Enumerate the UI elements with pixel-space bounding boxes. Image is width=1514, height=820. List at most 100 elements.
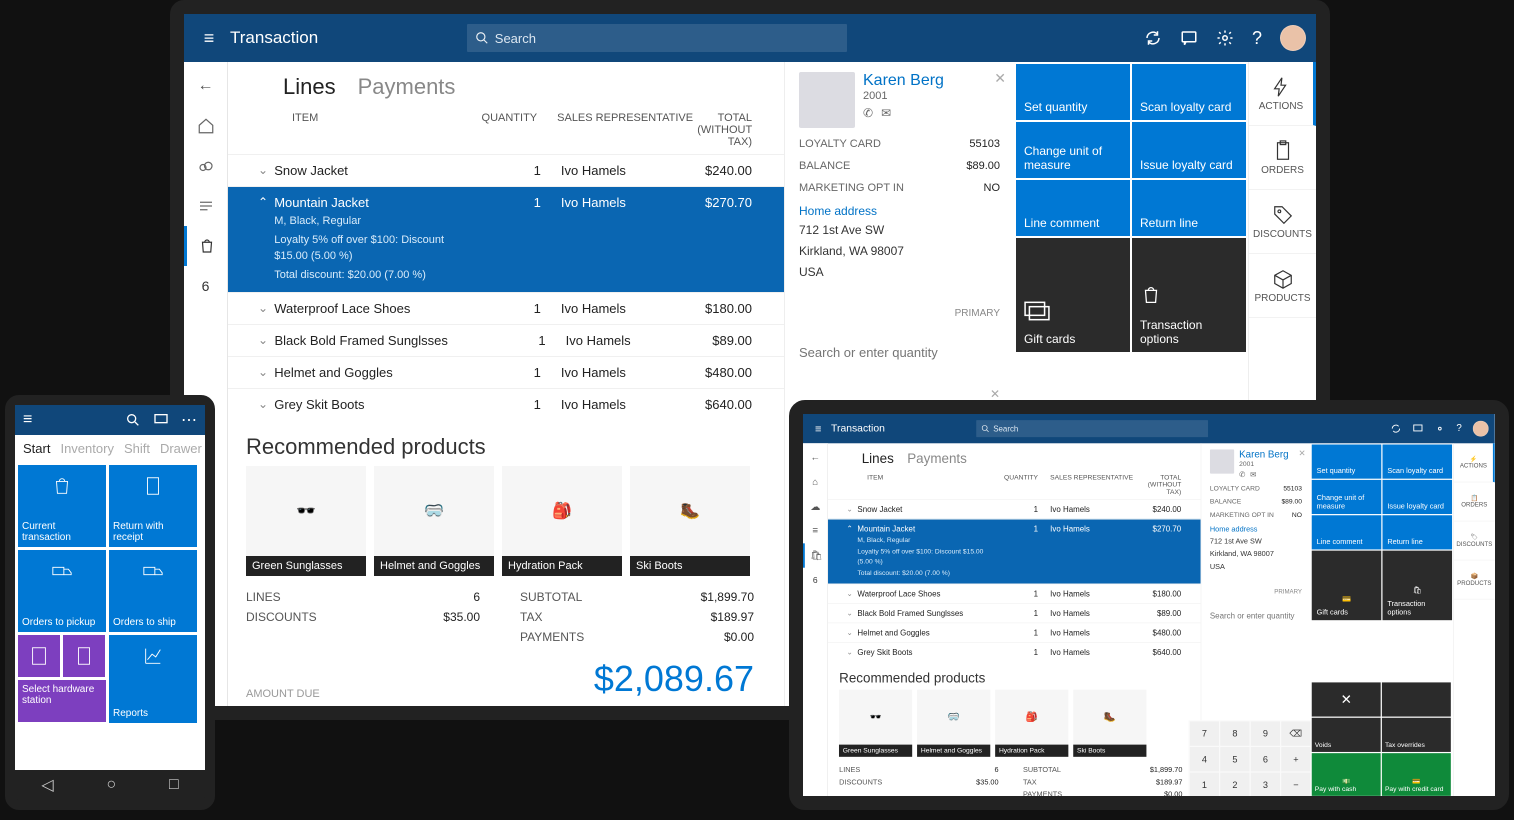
nav-back-icon[interactable]: ◁ — [41, 775, 53, 795]
tab-lines[interactable]: Lines — [283, 74, 336, 100]
key-minus[interactable]: − — [1281, 773, 1310, 796]
tile-calculator[interactable] — [18, 635, 60, 677]
table-row[interactable]: ⌄Helmet and Goggles1Ivo Hamels$480.00 — [828, 622, 1201, 642]
home-icon[interactable] — [184, 106, 227, 146]
mail-icon[interactable]: ✉ — [1250, 470, 1256, 479]
tile-set-quantity[interactable]: Set quantity — [1312, 445, 1382, 479]
tile-tax-overrides[interactable]: Tax overrides — [1382, 718, 1451, 752]
table-row[interactable]: ⌄Grey Skit Boots1Ivo Hamels$640.00 — [828, 642, 1201, 662]
chevron-down-icon[interactable]: ⌄ — [258, 333, 274, 347]
list-icon[interactable] — [184, 186, 227, 226]
rbar-discounts[interactable]: 🏷DISCOUNTS — [1454, 521, 1495, 560]
chevron-down-icon[interactable]: ⌄ — [258, 397, 274, 411]
product-card[interactable]: 🎒Hydration Pack — [995, 689, 1068, 756]
tile-return-line[interactable]: Return line — [1383, 515, 1453, 549]
tile-scan-loyalty[interactable]: Scan loyalty card — [1383, 445, 1453, 479]
search-input[interactable] — [495, 31, 839, 46]
tile-set-quantity[interactable]: Set quantity — [1016, 64, 1130, 120]
key-7[interactable]: 7 — [1190, 721, 1219, 745]
table-row[interactable]: ⌄ Waterproof Lace Shoes 1 Ivo Hamels $18… — [228, 292, 784, 324]
tile-change-uom[interactable]: Change unit of measure — [1016, 122, 1130, 178]
tile-hardware[interactable]: Select hardware station — [18, 680, 106, 722]
key-5[interactable]: 5 — [1220, 747, 1249, 771]
tile-gift-cards[interactable]: 💳Gift cards — [1312, 551, 1382, 621]
tile-change-uom[interactable]: Change unit of measure — [1312, 480, 1382, 514]
product-card[interactable]: 🕶️Green Sunglasses — [839, 689, 912, 756]
table-row[interactable]: ⌄ Snow Jacket 1 Ivo Hamels $240.00 — [228, 154, 784, 186]
tile-line-comment[interactable]: Line comment — [1016, 180, 1130, 236]
key-4[interactable]: 4 — [1190, 747, 1219, 771]
product-card[interactable]: 🕶️Green Sunglasses — [246, 466, 366, 576]
cloud-icon[interactable] — [184, 146, 227, 186]
chevron-up-icon[interactable]: ⌃ — [258, 195, 274, 209]
key-9[interactable]: 9 — [1251, 721, 1280, 745]
bag-icon[interactable]: 🛍 — [803, 543, 828, 567]
table-row[interactable]: ⌄ Grey Skit Boots 1 Ivo Hamels $640.00 — [228, 388, 784, 420]
rbar-orders[interactable]: ORDERS — [1249, 126, 1316, 190]
menu-icon[interactable]: ≡ — [23, 411, 32, 429]
table-row[interactable]: ⌄ Helmet and Goggles 1 Ivo Hamels $480.0… — [228, 356, 784, 388]
tile-report[interactable] — [63, 635, 105, 677]
home-icon[interactable]: ⌂ — [803, 470, 828, 494]
search-box[interactable] — [976, 420, 1208, 437]
refresh-icon[interactable] — [1144, 29, 1162, 47]
phone-icon[interactable]: ✆ — [1239, 470, 1245, 479]
more-icon[interactable]: ⋯ — [181, 410, 197, 430]
table-row-selected[interactable]: ⌃ Mountain Jacket M, Black, Regular Loya… — [228, 186, 784, 292]
product-card[interactable]: 🥽Helmet and Goggles — [374, 466, 494, 576]
help-icon[interactable]: ? — [1252, 28, 1262, 49]
tile-current-transaction[interactable]: Current transaction — [18, 465, 106, 547]
table-row[interactable]: ⌄Black Bold Framed Sunglsses1Ivo Hamels$… — [828, 603, 1201, 623]
customer-name[interactable]: Karen Berg — [863, 72, 944, 90]
tile-reports[interactable]: Reports — [109, 635, 197, 723]
phone-tab-start[interactable]: Start — [23, 441, 50, 456]
quantity-search-input[interactable] — [1210, 608, 1302, 625]
table-row-selected[interactable]: ⌃Mountain JacketM, Black, RegularLoyalty… — [828, 519, 1201, 583]
tile-issue-loyalty[interactable]: Issue loyalty card — [1132, 122, 1246, 178]
product-card[interactable]: 🎒Hydration Pack — [502, 466, 622, 576]
quantity-search-input[interactable] — [799, 339, 1000, 367]
rbar-products[interactable]: 📦PRODUCTS — [1454, 560, 1495, 599]
chevron-down-icon[interactable]: ⌄ — [258, 163, 274, 177]
search-input[interactable] — [993, 424, 1203, 433]
user-avatar[interactable] — [1280, 25, 1306, 51]
product-card[interactable]: 🥾Ski Boots — [1073, 689, 1146, 756]
key-backspace[interactable]: ⌫ — [1281, 721, 1310, 745]
mail-icon[interactable]: ✉ — [881, 106, 891, 120]
tab-payments[interactable]: Payments — [907, 451, 967, 467]
tile-voids[interactable]: Voids — [1312, 718, 1381, 752]
close-icon[interactable]: ✕ — [994, 70, 1006, 87]
refresh-icon[interactable] — [1390, 423, 1401, 434]
help-icon[interactable]: ? — [1456, 423, 1461, 434]
product-card[interactable]: 🥾Ski Boots — [630, 466, 750, 576]
table-row[interactable]: ⌄Waterproof Lace Shoes1Ivo Hamels$180.00 — [828, 583, 1201, 603]
user-avatar[interactable] — [1473, 421, 1489, 437]
back-icon[interactable]: ← — [803, 446, 828, 470]
chevron-down-icon[interactable]: ⌄ — [258, 365, 274, 379]
tile-pay-cash[interactable]: 💵Pay with cash — [1312, 753, 1381, 796]
close-icon[interactable]: ✕ — [1298, 448, 1305, 458]
tile-scan-loyalty[interactable]: Scan loyalty card — [1132, 64, 1246, 120]
menu-icon[interactable]: ≡ — [809, 422, 827, 435]
tile-pay-credit[interactable]: 💳Pay with credit card — [1382, 753, 1451, 796]
nav-home-icon[interactable]: ○ — [106, 776, 116, 794]
search-box[interactable] — [467, 24, 847, 52]
rbar-orders[interactable]: 📋ORDERS — [1454, 482, 1495, 521]
tile-transaction-options[interactable]: Transaction options — [1132, 238, 1246, 352]
key-1[interactable]: 1 — [1190, 773, 1219, 796]
tab-payments[interactable]: Payments — [358, 74, 456, 100]
table-row[interactable]: ⌄Snow Jacket1Ivo Hamels$240.00 — [828, 499, 1201, 519]
tile-blank[interactable] — [1382, 682, 1451, 716]
key-6[interactable]: 6 — [1251, 747, 1280, 771]
phone-tab-inventory[interactable]: Inventory — [60, 441, 113, 456]
cloud-icon[interactable]: ☁ — [803, 495, 828, 519]
tile-return-line[interactable]: Return line — [1132, 180, 1246, 236]
phone-icon[interactable]: ✆ — [863, 106, 873, 120]
phone-tab-shift[interactable]: Shift — [124, 441, 150, 456]
phone-tab-drawer[interactable]: Drawer — [160, 441, 202, 456]
tile-transaction-options[interactable]: 🛍Transaction options — [1383, 551, 1453, 621]
tile-return-receipt[interactable]: Return with receipt — [109, 465, 197, 547]
tile-orders-ship[interactable]: Orders to ship — [109, 550, 197, 632]
tile-gift-cards[interactable]: Gift cards — [1016, 238, 1130, 352]
gear-icon[interactable] — [1434, 423, 1445, 434]
